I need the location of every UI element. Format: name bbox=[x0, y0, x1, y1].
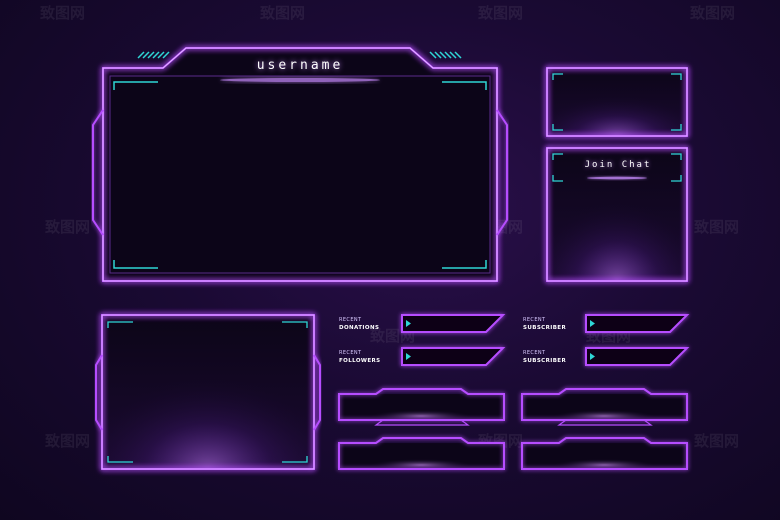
alert-box bbox=[401, 347, 506, 366]
label-top: RECENT bbox=[339, 317, 362, 323]
label-bottom: SUBSCRIBER bbox=[523, 325, 567, 331]
recent-subscriber-label: RECENT SUBSCRIBER bbox=[523, 316, 566, 332]
label-bottom: SUBSCRIBER bbox=[523, 358, 567, 364]
label-top: RECENT bbox=[339, 350, 362, 356]
alert-box bbox=[585, 314, 690, 333]
label-bottom: DONATIONS bbox=[339, 325, 380, 331]
panel-bar bbox=[521, 437, 688, 471]
alert-box bbox=[401, 314, 506, 333]
main-camera-frame bbox=[92, 47, 508, 282]
username-title: username bbox=[256, 58, 344, 73]
bottom-left-frame bbox=[95, 314, 321, 470]
recent-followers-label: RECENT FOLLOWERS bbox=[339, 349, 381, 365]
panel-bar bbox=[338, 437, 505, 471]
small-frame-top-right bbox=[546, 67, 688, 137]
recent-donations-label: RECENT DONATIONS bbox=[339, 316, 379, 332]
label-top: RECENT bbox=[523, 350, 546, 356]
recent-subscriber-label: RECENT SUBSCRIBER bbox=[523, 349, 566, 365]
panel-bar bbox=[338, 388, 505, 426]
panel-bar bbox=[521, 388, 688, 426]
join-chat-title: Join Chat bbox=[584, 160, 652, 170]
label-bottom: FOLLOWERS bbox=[339, 358, 381, 364]
stream-overlay bbox=[92, 47, 690, 471]
label-top: RECENT bbox=[523, 317, 546, 323]
alert-box bbox=[585, 347, 690, 366]
